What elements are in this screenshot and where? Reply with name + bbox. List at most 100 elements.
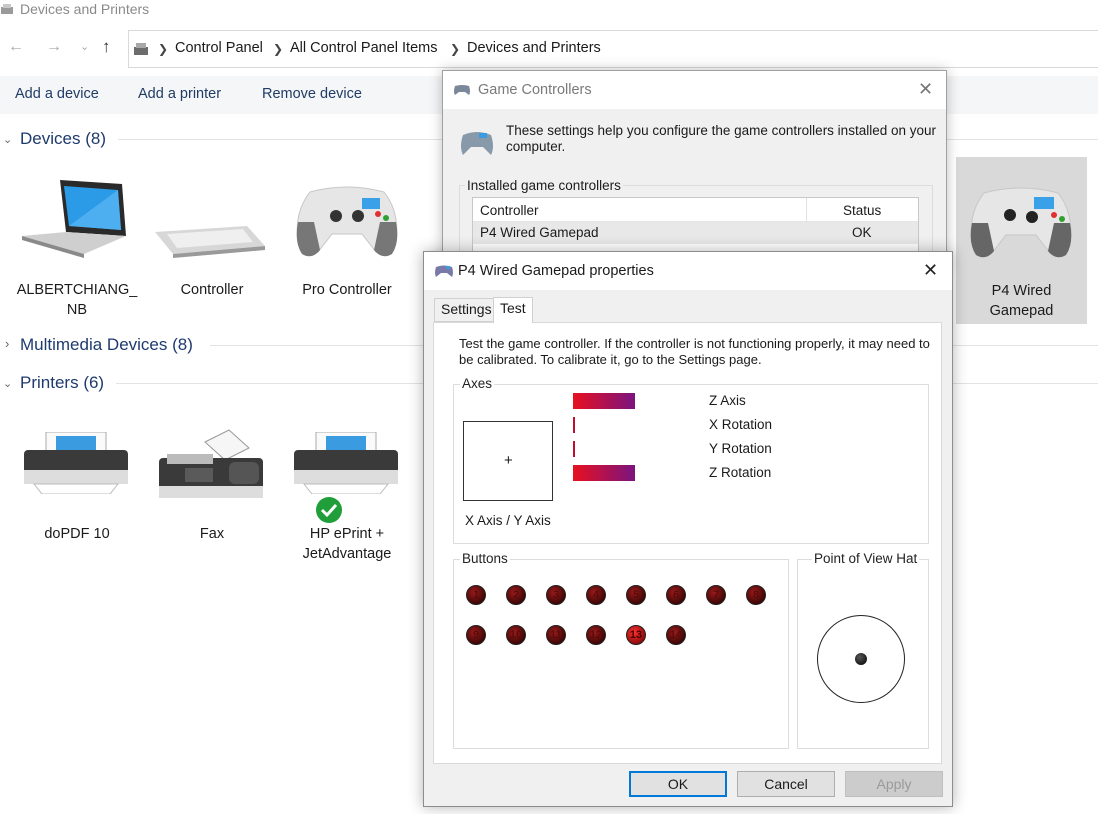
xy-axis-label: X Axis / Y Axis [465,513,551,528]
dialog-title: Game Controllers [478,82,592,98]
joystick-button-indicator: 6 [666,585,686,605]
controller-status-cell: OK [852,225,872,240]
column-divider[interactable] [806,198,807,222]
breadcrumb-control-panel[interactable]: Control Panel [175,40,263,56]
dialog-titlebar: P4 Wired Gamepad properties ✕ [424,252,952,290]
breadcrumb-all-items[interactable]: All Control Panel Items [290,40,437,56]
window-title: Devices and Printers [20,1,150,17]
chevron-down-icon[interactable]: ⌄ [3,133,12,146]
joystick-button-indicator: 5 [626,585,646,605]
breadcrumb-separator-icon: ❯ [450,42,461,56]
joystick-button-indicator: 10 [506,625,526,645]
device-tile-p4-gamepad[interactable]: P4 Wired Gamepad [956,157,1087,324]
printer-icon [24,431,130,497]
group-printers-count: (6) [83,373,105,392]
close-icon[interactable]: ✕ [918,79,933,100]
ok-button[interactable]: OK [629,771,727,797]
joystick-button-indicator: 3 [546,585,566,605]
controller-name-cell: P4 Wired Gamepad [480,225,599,240]
group-multimedia-header[interactable]: Multimedia Devices (8) [20,335,193,355]
breadcrumb-devices-printers[interactable]: Devices and Printers [467,40,601,56]
printer-label: Fax [199,526,225,542]
x-rotation-fill [573,417,575,433]
devices-printers-icon [0,3,14,20]
column-header-status[interactable]: Status [843,203,881,218]
group-printers-label: Printers [20,373,79,392]
xy-axis-box: + [463,421,553,501]
printer-icon [294,431,400,497]
test-tab-panel: Test the game controller. If the control… [433,322,942,764]
joystick-button-indicator: 4 [586,585,606,605]
joystick-button-indicator: 12 [586,625,606,645]
device-tile-laptop[interactable]: ALBERTCHIANG_ NB [10,160,144,325]
breadcrumb-separator-icon: ❯ [158,42,169,56]
cancel-button[interactable]: Cancel [737,771,835,797]
device-label: ALBERTCHIANG_ NB [16,282,138,318]
control-panel-icon [132,41,150,60]
default-check-icon [315,496,343,527]
column-header-controller[interactable]: Controller [480,203,539,218]
tab-settings[interactable]: Settings [434,298,499,322]
z-rotation-fill [573,465,635,481]
remove-device-button[interactable]: Remove device [262,86,362,102]
installed-controllers-label: Installed game controllers [465,178,623,193]
recent-dropdown-icon[interactable]: ⌄ [80,40,89,53]
group-devices-header[interactable]: Devices (8) [20,129,106,149]
x-rotation-bar [573,417,635,433]
device-label: Pro Controller [302,282,392,298]
window-titlebar: Devices and Printers [0,0,1098,22]
crosshair-icon: + [504,452,513,469]
laptop-icon [22,178,128,261]
forward-arrow-icon[interactable]: → [46,38,62,56]
address-bar[interactable]: ❯ Control Panel ❯ All Control Panel Item… [128,30,1098,68]
joystick-button-indicator: 9 [466,625,486,645]
joystick-button-indicator: 1 [466,585,486,605]
device-tile-pro-controller[interactable]: Pro Controller [284,160,410,325]
test-instructions: Test the game controller. If the control… [459,336,930,367]
joystick-button-indicator: 7 [706,585,726,605]
printer-tile-dopdf[interactable]: doPDF 10 [12,420,142,550]
device-label: Controller [180,282,244,298]
group-printers-header[interactable]: Printers (6) [20,373,104,393]
group-multimedia-label: Multimedia Devices [20,335,168,354]
joystick-button-indicator: 14 [666,625,686,645]
up-arrow-icon[interactable]: ↑ [102,37,111,57]
joystick-button-indicator: 2 [506,585,526,605]
pov-hat-indicator [855,653,867,665]
add-device-button[interactable]: Add a device [15,86,99,102]
device-label: P4 Wired Gamepad [989,283,1054,319]
game-controllers-dialog: Game Controllers ✕ These settings help y… [442,70,947,271]
list-header: Controller Status [473,198,918,222]
breadcrumb-separator-icon: ❯ [273,42,284,56]
add-printer-button[interactable]: Add a printer [138,86,221,102]
close-icon[interactable]: ✕ [923,260,938,281]
axis-label: X Rotation [709,417,773,432]
dialog-title: P4 Wired Gamepad properties [458,263,654,279]
joystick-button-indicator: 13 [626,625,646,645]
axis-label: Z Axis [709,393,746,408]
axis-label: Z Rotation [709,465,772,480]
gamepad-icon [459,129,495,160]
chevron-down-icon[interactable]: ⌄ [3,377,12,390]
dialog-description: These settings help you configure the ga… [506,123,936,154]
apply-button[interactable]: Apply [845,771,943,797]
joystick-button-indicator: 11 [546,625,566,645]
group-multimedia-count: (8) [172,335,193,354]
group-devices-count: (8) [85,129,106,148]
printer-tile-fax[interactable]: Fax [147,420,277,550]
button-indicator-grid: 1 2 3 4 5 6 7 8 9 10 11 12 13 14 [466,585,776,655]
pov-hat-label: Point of View Hat [812,551,920,566]
printer-tile-hp-eprint[interactable]: HP ePrint + JetAdvantage [282,420,412,565]
device-tile-keyboard[interactable]: Controller [147,160,277,325]
z-axis-fill [573,393,635,409]
printer-label: HP ePrint + JetAdvantage [302,526,392,562]
table-row[interactable]: P4 Wired Gamepad OK [473,222,918,244]
gamepad-icon [434,264,454,281]
joystick-button-indicator: 8 [746,585,766,605]
tab-test[interactable]: Test [493,297,533,323]
axis-label: Y Rotation [709,441,772,456]
back-arrow-icon[interactable]: ← [8,38,24,56]
gamepad-icon [292,182,402,265]
chevron-right-icon[interactable]: › [5,336,9,351]
z-rotation-bar [573,465,635,481]
